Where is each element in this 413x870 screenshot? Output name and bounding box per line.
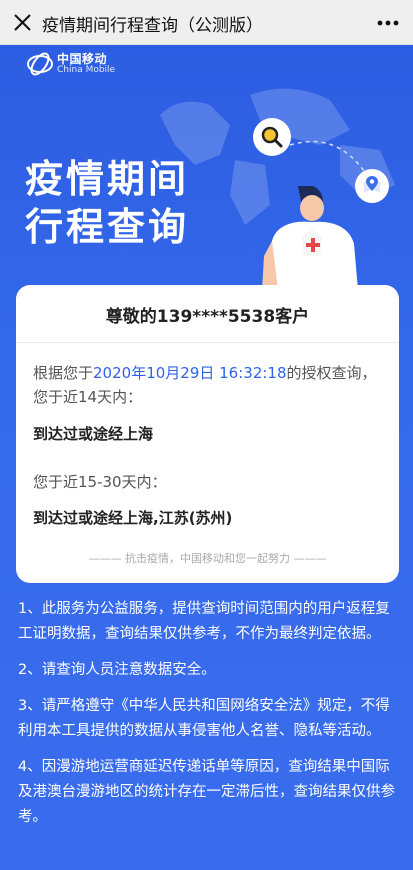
auth-timestamp: 2020年10月29日 16:32:18 [93, 364, 287, 382]
note-item: 2、请查询人员注意数据安全。 [18, 662, 216, 678]
hero-title-line1: 疫情期间 [25, 157, 190, 201]
card-divider [16, 342, 399, 343]
authorization-text: 根据您于2020年10月29日 16:32:18的授权查询，您于近14天内： [33, 361, 388, 409]
customer-greeting: 尊敬的139****5538客户 [105, 307, 310, 327]
period-15-30-label: 您于近15-30天内： [33, 473, 167, 491]
note-item: 3、请严格遵守《中华人民共和国网络安全法》规定，不得利用本工具提供的数据从事侵害… [18, 698, 390, 739]
intro-prefix: 根据您于 [33, 364, 94, 382]
brand-name-en: China Mobile [57, 65, 116, 75]
page-title: 疫情期间行程查询（公测版） [42, 16, 263, 36]
destination-15-30-days: 到达过或途经上海,江苏(苏州) [33, 509, 233, 527]
notes-list: 1、此服务为公益服务，提供查询时间范围内的用户返程复工证明数据，查询结果仅供参考… [18, 597, 398, 841]
close-icon[interactable] [13, 13, 32, 32]
result-card: 尊敬的139****5538客户 根据您于2020年10月29日 16:32:1… [16, 285, 399, 583]
hero-title-line2: 行程查询 [25, 205, 190, 249]
destination-14-days: 到达过或途经上海 [33, 425, 154, 443]
note-item: 1、此服务为公益服务，提供查询时间范围内的用户返程复工证明数据，查询结果仅供参考… [18, 601, 390, 642]
slogan-text: ——— 抗击疫情，中国移动和您一起努力 ——— [88, 552, 327, 565]
top-nav-bar: 疫情期间行程查询（公测版） [0, 0, 413, 45]
note-item: 4、因漫游地运营商延迟传递话单等原因，查询结果中国际及港澳台漫游地区的统计存在一… [18, 759, 395, 825]
search-icon [253, 118, 291, 156]
doctor-illustration [262, 186, 358, 290]
more-icon[interactable] [377, 20, 399, 26]
